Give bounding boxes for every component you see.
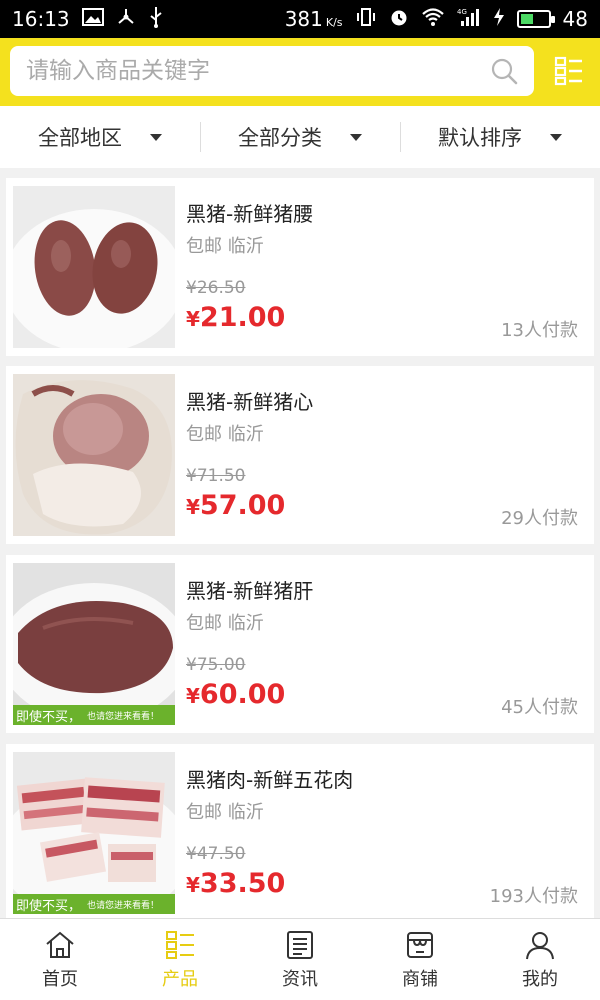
caret-down-icon <box>350 133 362 141</box>
battery-icon <box>516 10 555 28</box>
shop-icon <box>407 932 433 958</box>
product-original-price: ¥26.50 <box>186 278 246 298</box>
filter-region[interactable]: 全部地区 <box>0 106 200 168</box>
product-title[interactable]: 黑猪-新鲜猪心 <box>186 386 313 415</box>
usb-icon <box>148 6 164 33</box>
news-icon <box>287 931 313 959</box>
product-original-price: ¥71.50 <box>186 466 246 486</box>
product-paid-count: 193人付款 <box>489 886 578 907</box>
gallery-icon <box>81 7 104 31</box>
share-icon <box>116 7 136 32</box>
product-price: ¥60.00 <box>186 679 286 710</box>
filter-sort-label: 默认排序 <box>438 126 522 150</box>
search-icon[interactable] <box>490 57 518 85</box>
product-shipping: 包邮 临沂 <box>186 424 264 445</box>
home-icon <box>46 931 74 958</box>
tab-shop[interactable]: 商铺 <box>360 919 480 1000</box>
status-time: 16:13 <box>12 7 70 31</box>
vibrate-icon <box>355 7 377 32</box>
product-original-price: ¥75.00 <box>186 655 246 675</box>
filter-region-label: 全部地区 <box>38 126 122 150</box>
product-card[interactable]: 黑猪-新鲜猪心 包邮 临沂 ¥71.50 ¥57.00 29人付款 <box>6 366 594 544</box>
bottom-tab-bar: 首页 产品 资讯 商铺 我的 <box>0 918 600 1000</box>
promo-banner: 即使不买， 也请您进来看看！ <box>13 894 175 914</box>
product-title[interactable]: 黑猪-新鲜猪肝 <box>186 575 313 604</box>
charging-icon <box>493 7 505 32</box>
filter-category[interactable]: 全部分类 <box>200 106 400 168</box>
product-paid-count: 45人付款 <box>501 697 578 718</box>
battery-level: 48 <box>562 7 588 31</box>
product-title[interactable]: 黑猪肉-新鲜五花肉 <box>186 764 353 793</box>
caret-down-icon <box>550 133 562 141</box>
product-image-pork-heart[interactable] <box>13 374 175 536</box>
signal-icon: 4G <box>457 7 481 32</box>
product-card[interactable]: 即使不买， 也请您进来看看！ 黑猪-新鲜猪肝 包邮 临沂 ¥75.00 ¥60.0… <box>6 555 594 733</box>
alarm-icon <box>389 7 409 32</box>
filter-sort[interactable]: 默认排序 <box>400 106 600 168</box>
product-image-pork-kidney[interactable] <box>13 186 175 348</box>
tab-shop-label: 商铺 <box>402 969 438 990</box>
product-shipping: 包邮 临沂 <box>186 236 264 257</box>
product-shipping: 包邮 临沂 <box>186 613 264 634</box>
product-price: ¥33.50 <box>186 868 286 899</box>
product-image-pork-belly[interactable]: 即使不买， 也请您进来看看！ <box>13 752 175 914</box>
tab-mine-label: 我的 <box>522 969 558 990</box>
caret-down-icon <box>150 133 162 141</box>
status-bar: 16:13 381 K/s 4G 48 <box>0 0 600 38</box>
filter-bar: 全部地区 全部分类 默认排序 <box>0 106 600 168</box>
search-box[interactable] <box>10 46 534 96</box>
product-original-price: ¥47.50 <box>186 844 246 864</box>
tab-news-label: 资讯 <box>282 969 318 990</box>
wifi-icon <box>421 7 445 32</box>
product-card[interactable]: 黑猪-新鲜猪腰 包邮 临沂 ¥26.50 ¥21.00 13人付款 <box>6 178 594 356</box>
product-price: ¥57.00 <box>186 490 286 521</box>
tab-products[interactable]: 产品 <box>120 919 240 1000</box>
tab-products-label: 产品 <box>162 969 198 990</box>
svg-text:4G: 4G <box>457 8 467 16</box>
product-shipping: 包邮 临沂 <box>186 802 264 823</box>
product-price: ¥21.00 <box>186 302 286 333</box>
tab-home-label: 首页 <box>42 969 78 990</box>
user-icon <box>526 932 554 960</box>
tab-news[interactable]: 资讯 <box>240 919 360 1000</box>
product-card[interactable]: 即使不买， 也请您进来看看！ 黑猪肉-新鲜五花肉 包邮 临沂 ¥47.50 ¥33… <box>6 744 594 922</box>
product-paid-count: 29人付款 <box>501 508 578 529</box>
header <box>0 38 600 106</box>
tab-home[interactable]: 首页 <box>0 919 120 1000</box>
tab-mine[interactable]: 我的 <box>480 919 600 1000</box>
promo-banner: 即使不买， 也请您进来看看！ <box>13 705 175 725</box>
category-menu-icon[interactable] <box>554 56 584 86</box>
product-image-pork-liver[interactable]: 即使不买， 也请您进来看看！ <box>13 563 175 725</box>
product-paid-count: 13人付款 <box>501 320 578 341</box>
filter-category-label: 全部分类 <box>238 126 322 150</box>
product-title[interactable]: 黑猪-新鲜猪腰 <box>186 198 313 227</box>
search-input[interactable] <box>26 46 476 96</box>
list-icon <box>166 931 194 959</box>
network-speed: 381 K/s <box>284 7 343 31</box>
